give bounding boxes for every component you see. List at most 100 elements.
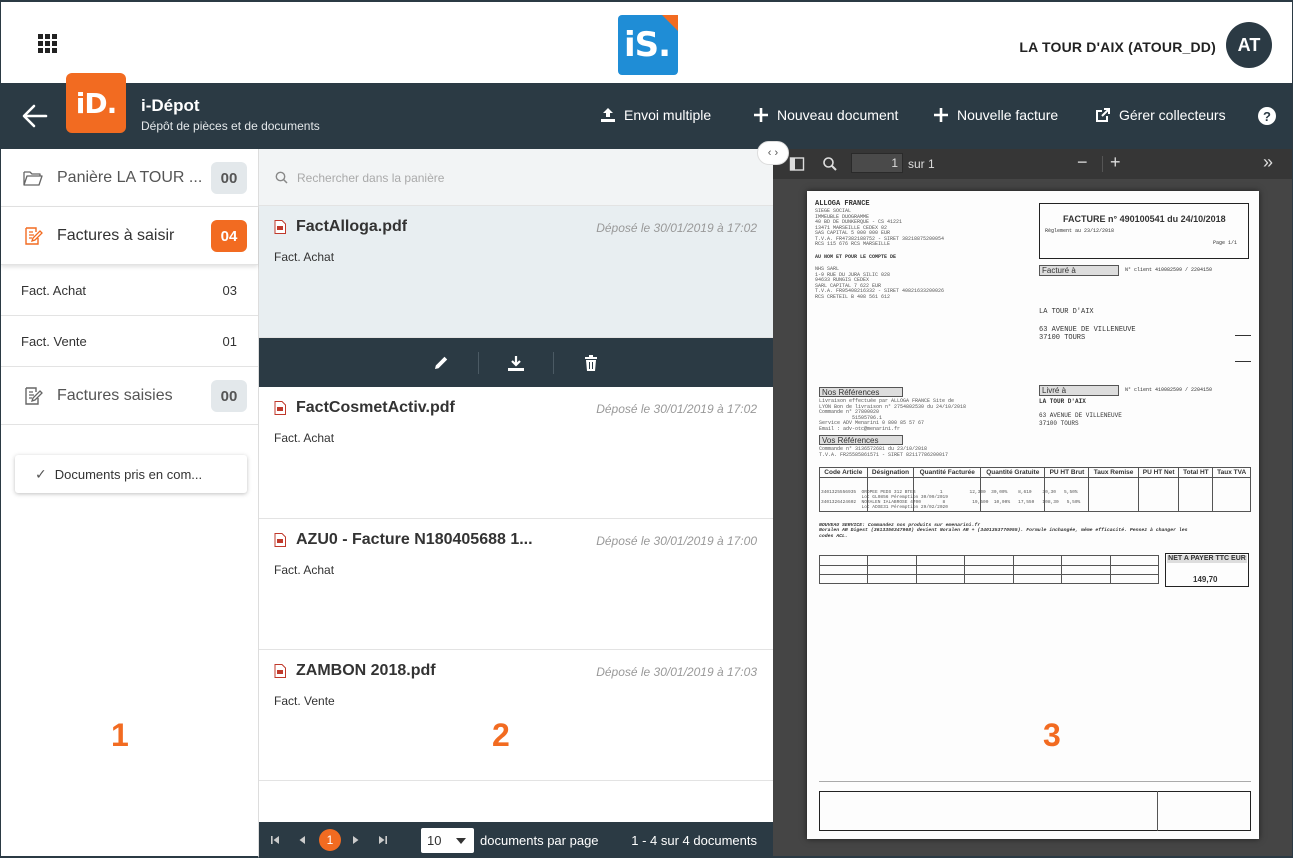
category-label: Panière LA TOUR ... [57,168,203,186]
annotation-number-2: 2 [492,717,510,753]
invoice-text: Livraison effectuée par ALLOGA FRANCE Si… [819,398,967,432]
document-item[interactable]: FactAlloga.pdf Déposé le 30/01/2019 à 17… [259,206,773,338]
page-title: i-Dépot [141,96,200,115]
first-page-icon[interactable] [269,833,281,847]
document-item[interactable]: AZU0 - Facture N180405688 1... Déposé le… [259,519,773,650]
table-header-row: Code Article Désignation Quantité Factur… [819,467,1251,478]
edit-document-icon [25,386,43,405]
per-page-value: 10 [427,833,442,848]
download-button[interactable] [479,352,553,374]
invoice-text: NHS SARL 1-9 RUE DU JURA SILIC 028 94633… [815,266,945,300]
page-subtitle: Dépôt de pièces et de documents [141,119,320,133]
pdf-page: ALLOGA FRANCE SIEGE SOCIAL IMMEUBLE DUOG… [807,191,1259,839]
table-row [818,565,1160,575]
user-name[interactable]: LA TOUR D'AIX (ATOUR_DD) [1019,39,1216,55]
envoi-multiple-button[interactable]: Envoi multiple [600,107,711,123]
is-logo[interactable]: iS. [618,15,678,75]
pdf-file-icon [274,533,286,547]
fold-mark [1235,361,1251,362]
document-item[interactable]: ZAMBON 2018.pdf Déposé le 30/01/2019 à 1… [259,650,773,781]
search-icon [275,171,288,184]
invoice-vendor-address: SIEGE SOCIAL IMMEUBLE DUOGRAMME 40 BD DE… [815,208,945,247]
invoice-text: AU NOM ET POUR LE COMPTE DE [815,254,897,260]
envoi-multiple-label: Envoi multiple [624,107,712,123]
help-icon[interactable]: ? [1258,107,1276,125]
category-factures-saisies[interactable]: Factures saisies 00 [1,367,258,425]
last-page-icon[interactable] [377,833,389,847]
delete-button[interactable] [554,352,628,374]
table-header-cell: Taux Remise [1088,467,1139,478]
top-bar: iS. LA TOUR D'AIX (ATOUR_DD) AT [0,0,1293,83]
document-date: Déposé le 30/01/2019 à 17:00 [596,534,757,548]
zoom-out-button[interactable]: − [1077,152,1088,173]
apps-grid-icon[interactable] [38,34,58,54]
download-icon [508,355,524,371]
subcategory-count: 03 [222,282,237,298]
nouvelle-facture-button[interactable]: Nouvelle facture [933,107,1058,123]
edit-button[interactable] [404,352,478,374]
back-arrow-icon[interactable] [22,103,48,129]
divider [1102,156,1103,172]
document-name: FactCosmetActiv.pdf [296,399,455,416]
annotation-number-3: 3 [1043,717,1061,753]
idepot-logo-text: iD. [75,86,117,120]
sidebar-toggle-icon[interactable] [789,156,805,172]
category-factures-a-saisir[interactable]: Factures à saisir 04 [1,207,258,265]
is-logo-text: iS. [624,25,671,65]
table-header-cell: Code Article [819,467,868,478]
document-name: AZU0 - Facture N180405688 1... [296,531,533,548]
documents-pris-en-compte-button[interactable]: ✓ Documents pris en com... [15,455,247,493]
invoice-text: Commande n° 3136572681 du 23/10/2018 T.V… [819,446,949,458]
nouveau-document-label: Nouveau document [777,107,899,123]
pdf-file-icon [274,401,286,415]
search-icon[interactable] [822,156,838,172]
facture-a-label: Facturé à [1039,265,1119,276]
pdf-viewer: ‹ › sur 1 − + » ALLOGA FRANCE SIEGE SOCI… [757,141,1293,858]
page-1-button[interactable]: 1 [319,829,341,851]
category-paniere[interactable]: Panière LA TOUR ... 00 [1,149,258,207]
pagination-range: 1 - 4 sur 4 documents [631,833,757,848]
collapse-toggle-button[interactable]: ‹ › [757,141,789,165]
zoom-in-button[interactable]: + [1110,152,1121,173]
invoice-customer-2: LA TOUR D'AIX [1039,398,1086,405]
trash-icon [585,354,597,371]
idepot-logo: iD. [66,73,126,133]
document-date: Déposé le 30/01/2019 à 17:02 [596,402,757,416]
app-header: iD. i-Dépot Dépôt de pièces et de docume… [0,73,1293,149]
fold-mark [1235,335,1251,336]
subcategory-count: 01 [222,333,237,349]
invoice-address3: 63 AVENUE DE VILLENEUVE [1039,412,1122,419]
avatar[interactable]: AT [1226,22,1272,68]
pdf-file-icon [274,220,286,234]
table-header-cell: Quantité Facturée [913,467,982,478]
document-item[interactable]: FactCosmetActiv.pdf Déposé le 30/01/2019… [259,387,773,519]
table-row [818,555,1160,566]
gerer-collecteurs-button[interactable]: Gérer collecteurs [1095,107,1226,123]
count-badge: 00 [211,162,247,194]
divider [1157,791,1158,831]
payment-stub [819,791,1251,831]
subcategory-fact-achat[interactable]: Fact. Achat 03 [1,265,258,316]
table-header-cell: Taux TVA [1212,467,1251,478]
vat-summary-table [818,555,1160,584]
pdf-toolbar: sur 1 − + » [773,149,1292,179]
per-page-select[interactable]: 10 [421,828,474,853]
plus-icon [754,108,768,122]
nouveau-document-button[interactable]: Nouveau document [753,107,898,123]
pagination-bar: 1 10 documents par page 1 - 4 sur 4 docu… [259,822,773,858]
page-number-input[interactable] [851,153,903,173]
invoice-page: Page 1/1 [1213,240,1238,246]
edit-document-icon [25,226,43,245]
search-input[interactable] [297,167,747,189]
previous-page-icon[interactable] [296,833,308,847]
nouvelle-facture-label: Nouvelle facture [957,107,1059,123]
net-to-pay-value: 149,70 [1193,575,1218,584]
next-page-icon[interactable] [350,833,362,847]
subcategory-fact-vente[interactable]: Fact. Vente 01 [1,316,258,367]
external-link-icon [1096,108,1110,122]
more-tools-button[interactable]: » [1263,152,1273,173]
document-name: ZAMBON 2018.pdf [296,662,436,679]
document-type: Fact. Achat [274,563,335,577]
document-date: Déposé le 30/01/2019 à 17:03 [596,665,757,679]
subcategory-label: Fact. Vente [21,333,87,349]
